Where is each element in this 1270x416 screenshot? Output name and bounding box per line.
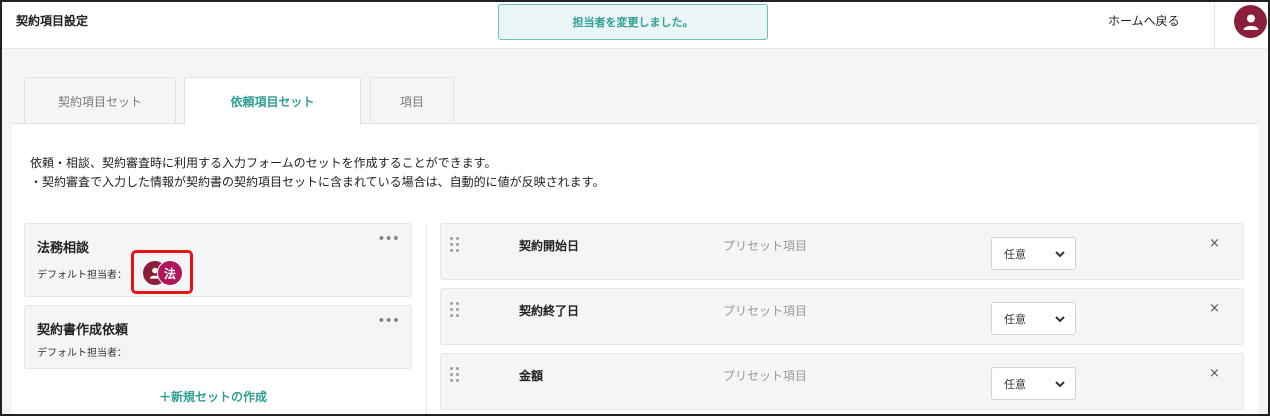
top-header: 契約項目設定 担当者を変更しました。 ホームへ戻る xyxy=(2,2,1268,49)
user-icon xyxy=(1243,14,1258,30)
column-divider xyxy=(426,223,427,414)
item-row-contract-end[interactable]: 契約終了日 プリセット項目 任意 × xyxy=(440,288,1244,345)
app-window: 契約項目設定 担当者を変更しました。 ホームへ戻る 契約項目セット 依頼項目セッ… xyxy=(0,0,1270,416)
requirement-select[interactable]: 任意 xyxy=(991,302,1076,335)
user-avatar[interactable] xyxy=(1234,5,1267,38)
remove-item-icon[interactable]: × xyxy=(1209,236,1220,251)
default-owner-label: デフォルト担当者： xyxy=(37,270,127,281)
set-card-legal-consultation[interactable]: 法務相談 ••• デフォルト担当者： 法 xyxy=(24,223,412,297)
drag-handle-icon[interactable] xyxy=(449,366,461,382)
default-owner-label: デフォルト担当者： xyxy=(37,348,127,359)
item-type: プリセット項目 xyxy=(723,239,808,253)
more-menu-icon[interactable]: ••• xyxy=(377,231,400,247)
set-name: 契約書作成依頼 xyxy=(37,323,129,338)
header-divider xyxy=(1214,2,1215,48)
description-line-1: 依頼・相談、契約審査時に利用する入力フォームのセットを作成することができます。 xyxy=(30,156,497,170)
item-name: 金額 xyxy=(519,369,544,383)
description: 依頼・相談、契約審査時に利用する入力フォームのセットを作成することができます。 … xyxy=(30,154,604,192)
set-card-contract-drafting[interactable]: 契約書作成依頼 ••• デフォルト担当者： xyxy=(24,305,412,369)
tab-contract-item-set[interactable]: 契約項目セット xyxy=(24,77,176,124)
drag-handle-icon[interactable] xyxy=(449,236,461,252)
item-row-amount[interactable]: 金額 プリセット項目 任意 × xyxy=(440,353,1244,410)
chevron-down-icon xyxy=(1055,251,1065,258)
requirement-value: 任意 xyxy=(1004,377,1026,391)
set-name: 法務相談 xyxy=(37,241,90,256)
requirement-value: 任意 xyxy=(1004,247,1026,261)
remove-item-icon[interactable]: × xyxy=(1209,366,1220,381)
item-name: 契約終了日 xyxy=(519,304,580,318)
more-menu-icon[interactable]: ••• xyxy=(377,313,400,329)
tab-items[interactable]: 項目 xyxy=(370,77,454,124)
chevron-down-icon xyxy=(1055,316,1065,323)
requirement-value: 任意 xyxy=(1004,312,1026,326)
page-title: 契約項目設定 xyxy=(16,14,89,28)
description-line-2: ・契約審査で入力した情報が契約書の契約項目セットに含まれている場合は、自動的に値… xyxy=(30,175,605,189)
home-link[interactable]: ホームへ戻る xyxy=(1108,12,1180,29)
success-toast: 担当者を変更しました。 xyxy=(498,4,768,40)
owner-highlight-box[interactable]: 法 xyxy=(131,250,193,294)
requirement-select[interactable]: 任意 xyxy=(991,237,1076,270)
remove-item-icon[interactable]: × xyxy=(1209,301,1220,316)
requirement-select[interactable]: 任意 xyxy=(991,367,1076,400)
item-type: プリセット項目 xyxy=(723,304,808,318)
item-name: 契約開始日 xyxy=(519,239,580,253)
drag-handle-icon[interactable] xyxy=(449,301,461,317)
chevron-down-icon xyxy=(1055,381,1065,388)
owner-department-badge: 法 xyxy=(157,260,183,286)
item-row-contract-start[interactable]: 契約開始日 プリセット項目 任意 × xyxy=(440,223,1244,280)
create-new-set-button[interactable]: ＋新規セットの作成 xyxy=(159,388,267,405)
item-type: プリセット項目 xyxy=(723,369,808,383)
tab-request-item-set[interactable]: 依頼項目セット xyxy=(184,77,361,125)
